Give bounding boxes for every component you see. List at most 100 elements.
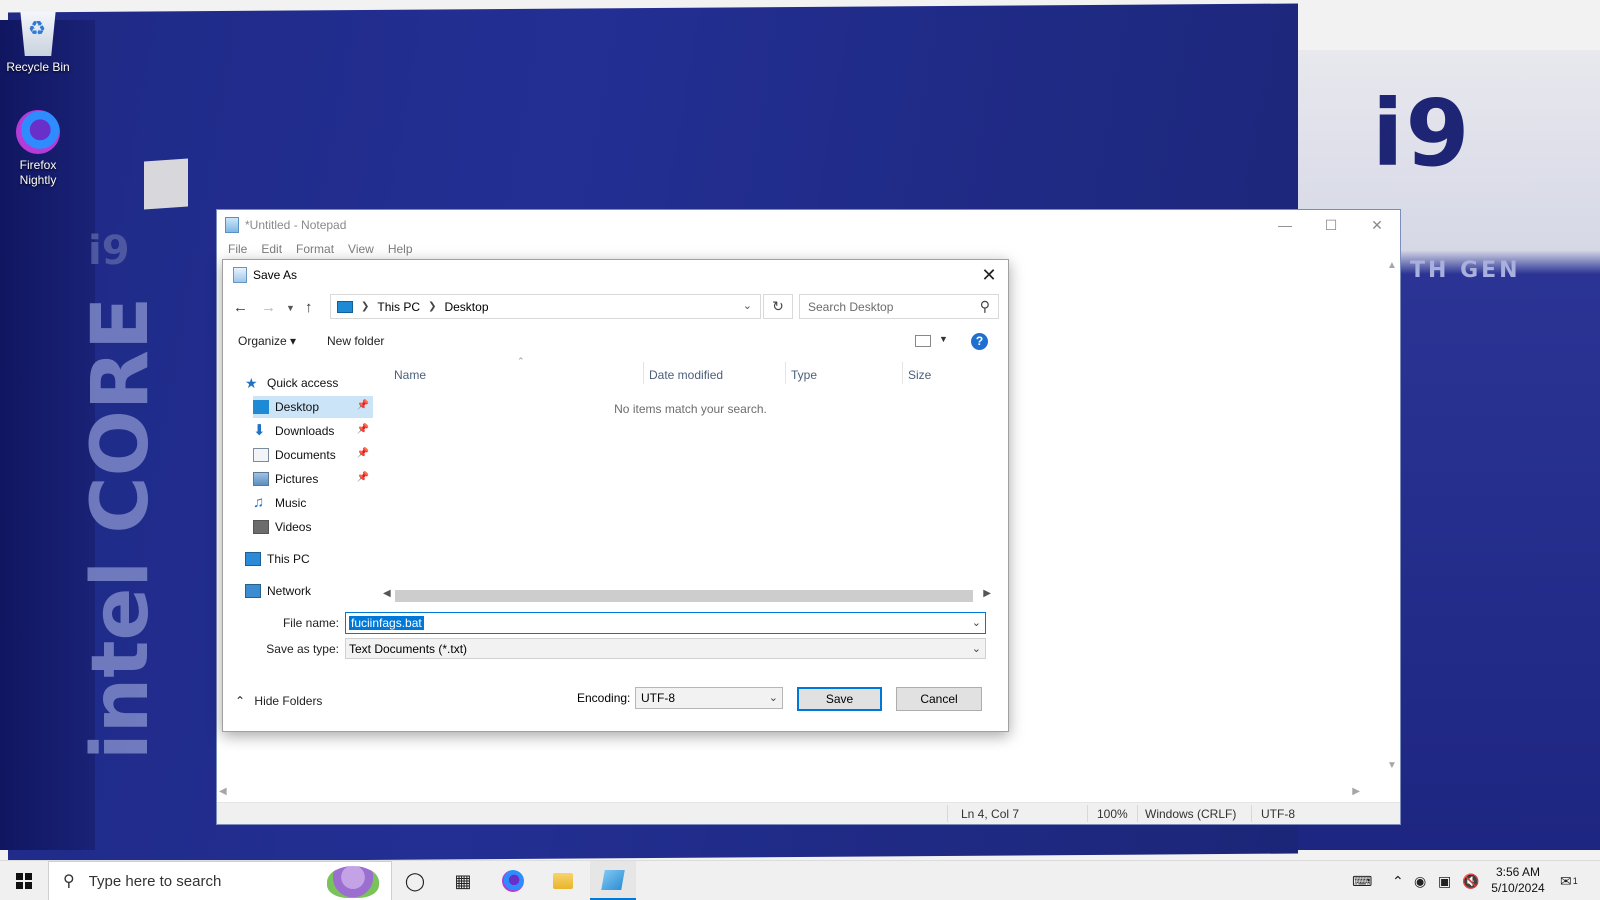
column-divider[interactable] [785,362,786,384]
file-name-input[interactable]: fuciinfags.bat ⌄ [345,612,986,634]
desktop-icon-firefox-nightly[interactable]: Firefox Nightly [0,110,76,188]
file-list-pane[interactable]: ⌃ Name Date modified Type Size No items … [383,356,998,601]
save-as-type-select[interactable]: Text Documents (*.txt) ⌄ [345,638,986,659]
search-input[interactable]: Search Desktop [808,300,893,314]
encoding-select[interactable]: UTF-8 ⌄ [635,687,783,709]
nav-this-pc[interactable]: This PC [245,548,373,570]
windows-logo-icon [16,873,32,889]
system-clock[interactable]: 3:56 AM 5/10/2024 [1486,864,1550,896]
column-divider[interactable] [902,362,903,384]
dialog-titlebar[interactable]: Save As [223,260,1008,290]
column-divider[interactable] [643,362,644,384]
address-bar[interactable]: ❯ This PC ❯ Desktop ⌄ [330,294,761,319]
notepad-vertical-scrollbar[interactable]: ▲ ▼ [1383,260,1400,780]
address-dropdown-icon[interactable]: ⌄ [743,299,752,312]
volume-muted-icon[interactable]: 🔇 [1462,861,1479,900]
nav-documents[interactable]: Documents 📌 [253,444,373,466]
search-icon[interactable]: ⚲ [980,298,990,315]
dialog-close-icon[interactable]: ✕ [976,264,1002,286]
wallpaper-gen-text: TH GEN [1410,258,1521,283]
videos-icon [253,520,269,534]
taskbar-search-input[interactable]: Type here to search [89,873,222,890]
cancel-button[interactable]: Cancel [896,687,982,711]
close-icon[interactable]: ✕ [1354,210,1400,240]
desktop-icon-recycle-bin[interactable]: Recycle Bin [0,12,76,75]
breadcrumb-desktop[interactable]: Desktop [444,300,488,314]
meet-now-icon[interactable]: ◉ [1414,861,1426,900]
notepad-icon [225,217,239,233]
menu-view[interactable]: View [341,240,381,260]
view-options-dropdown-icon[interactable]: ▼ [939,334,948,344]
nav-desktop[interactable]: Desktop 📌 [253,396,373,418]
save-as-type-dropdown-icon[interactable]: ⌄ [972,642,981,655]
dialog-title: Save As [253,268,298,282]
column-header-size[interactable]: Size [908,368,931,382]
network-icon[interactable]: ▣ [1438,861,1451,900]
wallpaper-i9-small: i9 [88,228,130,274]
breadcrumb-this-pc[interactable]: This PC [377,300,420,314]
taskbar-notepad[interactable] [590,861,636,900]
cortana-icon[interactable]: ◯ [392,861,438,900]
change-view-icon[interactable] [915,335,931,347]
menu-format[interactable]: Format [289,240,341,260]
notepad-titlebar[interactable]: *Untitled - Notepad [217,210,1400,240]
file-name-value[interactable]: fuciinfags.bat [349,616,424,630]
nav-quick-access[interactable]: ★ Quick access [245,372,373,394]
action-center-icon[interactable]: ✉ 1 [1560,861,1578,900]
scroll-right-icon[interactable]: ▶ [1352,786,1360,797]
menu-help[interactable]: Help [381,240,420,260]
scrollbar-thumb[interactable] [395,590,973,602]
file-list-horizontal-scrollbar[interactable]: ◀ ▶ [383,588,991,604]
menu-file[interactable]: File [221,240,254,260]
nav-pictures[interactable]: Pictures 📌 [253,468,373,490]
breadcrumb-chevron-icon[interactable]: ❯ [361,301,369,312]
show-hidden-icons-chevron-icon[interactable]: ⌃ [1392,861,1404,900]
nav-downloads[interactable]: ⬇ Downloads 📌 [253,420,373,442]
refresh-icon[interactable]: ↻ [763,294,793,319]
start-button[interactable] [0,861,48,900]
column-header-name[interactable]: Name [394,368,426,382]
scroll-left-icon[interactable]: ◀ [219,786,227,797]
pin-icon[interactable]: 📌 [357,472,369,483]
breadcrumb-chevron-icon[interactable]: ❯ [428,301,436,312]
menu-edit[interactable]: Edit [254,240,289,260]
task-view-icon[interactable]: ▦ [440,861,486,900]
notepad-icon [601,869,625,890]
forward-arrow-icon[interactable]: → [261,299,276,316]
status-encoding: UTF-8 [1261,807,1295,821]
taskbar-file-explorer[interactable] [540,861,586,900]
column-header-date-modified[interactable]: Date modified [649,368,723,382]
back-arrow-icon[interactable]: ← [233,299,248,316]
scroll-up-icon[interactable]: ▲ [1387,260,1397,271]
documents-icon [253,448,269,462]
hide-folders-button[interactable]: ⌃ Hide Folders [235,694,322,708]
navigation-pane: ★ Quick access Desktop 📌 ⬇ Downloads 📌 D… [223,370,373,610]
nav-videos[interactable]: Videos [253,516,373,538]
taskbar-firefox-nightly[interactable] [490,861,536,900]
help-icon[interactable]: ? [971,333,988,350]
search-box[interactable]: Search Desktop ⚲ [799,294,999,319]
up-arrow-icon[interactable]: ↑ [305,299,313,316]
scroll-down-icon[interactable]: ▼ [1387,760,1397,771]
notepad-horizontal-scrollbar[interactable]: ◀ ▶ [217,784,1400,802]
save-button[interactable]: Save [797,687,882,711]
nav-label: This PC [267,552,310,566]
column-header-type[interactable]: Type [791,368,817,382]
nav-music[interactable]: ♫ Music [253,492,373,514]
pin-icon[interactable]: 📌 [357,424,369,435]
notepad-title: *Untitled - Notepad [245,218,347,232]
organize-button[interactable]: Organize ▾ [238,334,296,348]
pin-icon[interactable]: 📌 [357,448,369,459]
maximize-icon[interactable]: ☐ [1308,210,1354,240]
taskbar-search-box[interactable]: ⚲ Type here to search [48,861,392,900]
encoding-dropdown-icon[interactable]: ⌄ [769,691,778,704]
scroll-left-icon[interactable]: ◀ [383,588,391,599]
pin-icon[interactable]: 📌 [357,400,369,411]
keyboard-icon[interactable]: ⌨ [1352,861,1372,900]
new-folder-button[interactable]: New folder [327,334,384,348]
nav-network[interactable]: Network [245,580,373,602]
minimize-icon[interactable]: — [1262,210,1308,240]
file-name-dropdown-icon[interactable]: ⌄ [972,616,981,629]
scroll-right-icon[interactable]: ▶ [983,588,991,599]
recent-locations-chevron-icon[interactable]: ▼ [286,303,295,313]
